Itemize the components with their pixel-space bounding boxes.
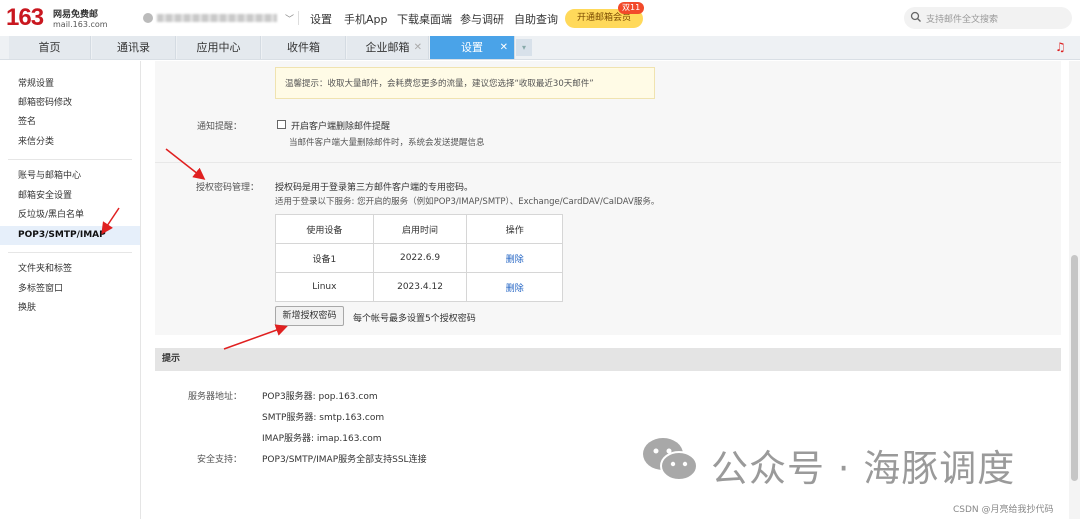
logo-number[interactable]: 163 — [6, 4, 44, 32]
add-hint: 每个帐号最多设置5个授权密码 — [353, 314, 476, 324]
search-box[interactable]: 支持邮件全文搜索 — [904, 7, 1072, 29]
tab-label: 首页 — [38, 41, 61, 54]
tips-header: 提示 — [155, 348, 1061, 371]
csdn-credit: CSDN @月亮给我抄代码 — [953, 505, 1054, 515]
sidebar-item-antispam[interactable]: 反垃圾/黑白名单 — [0, 206, 140, 225]
account-switcher[interactable]: ﹀ — [143, 10, 294, 26]
auth-table: 使用设备 启用时间 操作 设备1 2022.6.9 删除 Linux 2023.… — [275, 214, 563, 302]
tab-inbox[interactable]: 收件箱 — [262, 36, 346, 59]
divider — [8, 159, 132, 160]
tab-contacts[interactable]: 通讯录 — [92, 36, 176, 59]
table-row: 设备1 2022.6.9 删除 — [275, 243, 563, 273]
device-cell: Linux — [275, 272, 374, 302]
tab-app-center[interactable]: 应用中心 — [177, 36, 261, 59]
sidebar-item-account-center[interactable]: 账号与邮箱中心 — [0, 167, 140, 186]
sidebar-item-general[interactable]: 常规设置 — [0, 75, 140, 94]
table-header: 操作 — [466, 214, 563, 244]
settings-sidebar: 常规设置 邮箱密码修改 签名 来信分类 账号与邮箱中心 邮箱安全设置 反垃圾/黑… — [0, 61, 141, 519]
device-cell: 设备1 — [275, 243, 374, 273]
search-icon — [910, 11, 921, 22]
search-placeholder: 支持邮件全文搜索 — [926, 15, 999, 25]
tab-enterprise-mail[interactable]: 企业邮箱 ✕ — [347, 36, 429, 59]
imap-server: IMAP服务器: imap.163.com — [262, 434, 382, 444]
chevron-down-icon[interactable]: ﹀ — [285, 12, 294, 25]
sidebar-item-password[interactable]: 邮箱密码修改 — [0, 94, 140, 113]
logo-title[interactable]: 网易免费邮 — [53, 7, 98, 20]
notice-banner: 温馨提示：收取大量邮件，会耗费您更多的流量，建议您选择“收取最近30天邮件” — [275, 67, 655, 99]
tab-settings[interactable]: 设置 ✕ — [430, 36, 515, 59]
table-header: 启用时间 — [372, 214, 468, 244]
tab-home[interactable]: 首页 — [9, 36, 91, 59]
notify-checkbox-label[interactable]: 开启客户端删除邮件提醒 — [291, 119, 390, 132]
notify-description: 当邮件客户端大量删除邮件时，系统会发送提醒信息 — [289, 138, 485, 148]
auth-label: 授权密码管理： — [195, 183, 259, 193]
smtp-server: SMTP服务器: smtp.163.com — [262, 413, 385, 423]
vip-badge: 双11 — [618, 2, 645, 14]
table-header: 使用设备 — [275, 214, 374, 244]
settings-panel: 温馨提示：收取大量邮件，会耗费您更多的流量，建议您选择“收取最近30天邮件” 通… — [155, 61, 1061, 335]
add-auth-password-button[interactable]: 新增授权密码 — [275, 306, 344, 326]
nav-mobile-app[interactable]: 手机App — [344, 11, 388, 27]
auth-description: 授权码是用于登录第三方邮件客户端的专用密码。 — [275, 183, 474, 193]
music-icon[interactable]: ♫ — [1055, 40, 1066, 54]
nav-self-service[interactable]: 自助查询 — [514, 11, 558, 27]
sidebar-item-multi-tab[interactable]: 多标签窗口 — [0, 280, 140, 299]
tab-more-chevron-icon[interactable]: ▾ — [516, 39, 532, 56]
pop3-server: POP3服务器: pop.163.com — [262, 392, 378, 402]
close-icon[interactable]: ✕ — [500, 36, 508, 59]
auth-services: 适用于登录以下服务: 您开启的服务（例如POP3/IMAP/SMTP）、Exch… — [275, 197, 660, 207]
delete-link[interactable]: 删除 — [466, 272, 563, 302]
sidebar-item-security[interactable]: 邮箱安全设置 — [0, 187, 140, 206]
divider — [298, 11, 299, 25]
sidebar-item-skin[interactable]: 换肤 — [0, 299, 140, 318]
logo-domain[interactable]: mail.163.com — [53, 20, 108, 29]
tab-bar: 首页 通讯录 应用中心 收件箱 企业邮箱 ✕ 设置 ✕ ▾ ♫ — [0, 36, 1080, 60]
account-name-redacted — [157, 14, 277, 22]
divider — [8, 252, 132, 253]
security-support: POP3/SMTP/IMAP服务全部支持SSL连接 — [262, 455, 427, 465]
watermark-text: 公众号 · 海豚调度 — [711, 447, 1016, 490]
nav-settings[interactable]: 设置 — [310, 11, 332, 27]
table-row: Linux 2023.4.12 删除 — [275, 272, 563, 302]
close-icon[interactable]: ✕ — [414, 36, 422, 59]
nav-survey[interactable]: 参与调研 — [460, 11, 504, 27]
table-header-row: 使用设备 启用时间 操作 — [275, 214, 563, 244]
nav-download-desktop[interactable]: 下载桌面端 — [397, 11, 452, 27]
delete-link[interactable]: 删除 — [466, 243, 563, 273]
notify-label: 通知提醒： — [196, 122, 242, 132]
notify-checkbox[interactable] — [277, 120, 286, 129]
scrollbar-thumb[interactable] — [1071, 255, 1078, 481]
tab-label: 收件箱 — [287, 41, 320, 54]
time-cell: 2023.4.12 — [372, 272, 468, 302]
divider — [155, 162, 1061, 163]
avatar — [143, 13, 153, 23]
sidebar-item-mail-filter[interactable]: 来信分类 — [0, 133, 140, 152]
wechat-icon — [643, 438, 698, 481]
tab-label: 设置 — [461, 41, 483, 54]
security-label: 安全支持： — [197, 455, 243, 465]
top-bar: 163 网易免费邮 mail.163.com ﹀ 设置 手机App 下载桌面端 … — [0, 0, 1080, 36]
tab-label: 通讯录 — [117, 41, 150, 54]
sidebar-item-pop3-smtp-imap[interactable]: POP3/SMTP/IMAP — [0, 226, 140, 245]
tab-label: 应用中心 — [196, 41, 241, 54]
time-cell: 2022.6.9 — [372, 243, 468, 273]
sidebar-item-signature[interactable]: 签名 — [0, 113, 140, 132]
sidebar-item-folders-labels[interactable]: 文件夹和标签 — [0, 260, 140, 279]
tab-label: 企业邮箱 — [365, 41, 410, 54]
server-label: 服务器地址： — [187, 392, 242, 402]
